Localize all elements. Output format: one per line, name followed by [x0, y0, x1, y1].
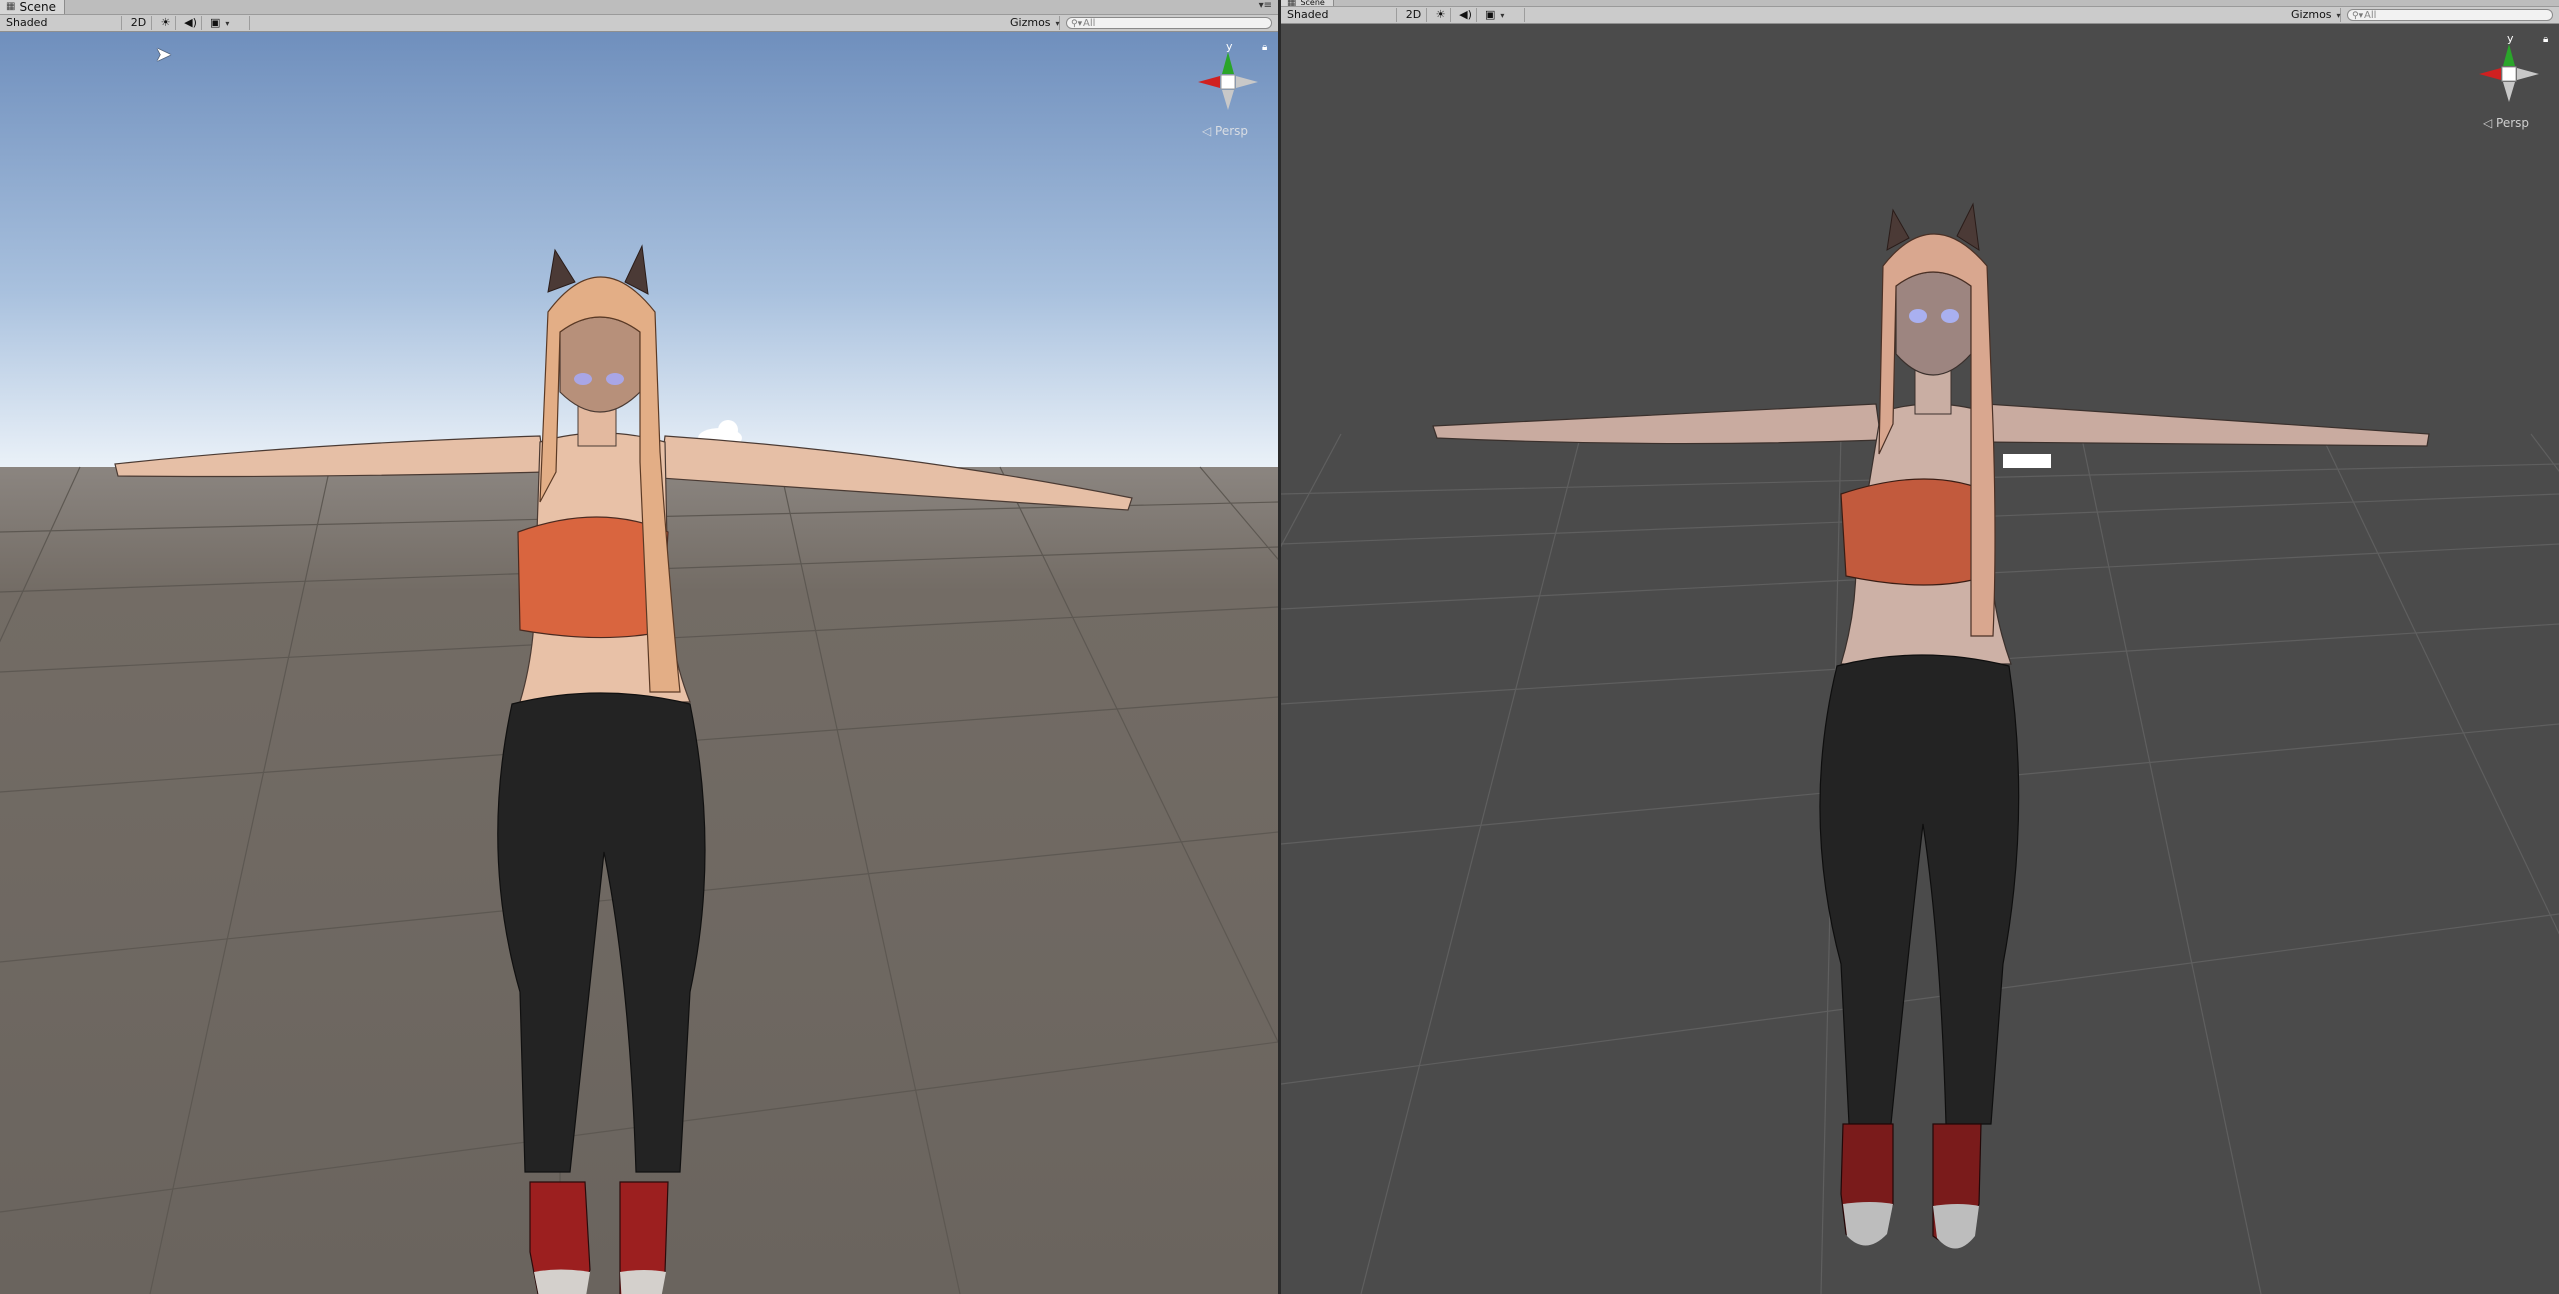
- scene-tab-label: Scene: [19, 0, 57, 14]
- search-icon: ⚲▾: [1071, 19, 1083, 29]
- scene-render-right: y 🔒︎: [1281, 24, 2559, 1294]
- search-icon: ⚲▾: [2352, 11, 2364, 21]
- lock-icon[interactable]: 🔒︎: [2543, 34, 2548, 45]
- scene-search-input[interactable]: ⚲▾ All: [2347, 9, 2553, 21]
- face: [1895, 271, 1972, 376]
- perspective-label[interactable]: ◁ Persp: [2483, 116, 2529, 130]
- gizmos-dropdown[interactable]: Gizmos: [2287, 8, 2341, 22]
- gizmo-y-label: y: [1226, 40, 1233, 53]
- audio-toggle-icon[interactable]: ◀): [1455, 8, 1477, 22]
- effects-dropdown-icon[interactable]: ▣: [1481, 8, 1525, 22]
- face: [559, 316, 641, 413]
- scene-tab-bar: ▦ Scene: [1281, 0, 2559, 7]
- scene-search-input[interactable]: ⚲▾ All: [1066, 17, 1272, 29]
- scene-viewport-right[interactable]: y 🔒︎ ◁ Persp: [1281, 24, 2559, 1294]
- scene-view-left[interactable]: ▦ Scene ▾≡ Shaded Wireframe 2D ☀ ◀) ▣ Gi…: [0, 0, 1278, 1294]
- draw-mode-dropdown[interactable]: Shaded Wireframe: [2, 16, 122, 43]
- 2d-toggle-button[interactable]: 2D: [1401, 8, 1427, 22]
- lock-icon[interactable]: 🔒︎: [1262, 42, 1267, 53]
- audio-toggle-icon[interactable]: ◀): [180, 16, 202, 30]
- scene-icon: ▦: [1287, 0, 1297, 6]
- scene-icon: ▦: [6, 1, 16, 12]
- scene-toolbar: Shaded Wireframe 2D ☀ ◀) ▣ Gizmos ⚲▾ All: [0, 15, 1278, 43]
- gizmos-dropdown[interactable]: Gizmos: [1006, 16, 1060, 30]
- sky-background: [0, 32, 1278, 467]
- lighting-toggle-icon[interactable]: ☀: [156, 16, 176, 30]
- effects-dropdown-icon[interactable]: ▣: [206, 16, 250, 30]
- perspective-label[interactable]: ◁ Persp: [1202, 124, 1248, 138]
- scene-toolbar: Shaded Wireframe 2D ☀ ◀) ▣ Gizmos ⚲▾ All: [1281, 7, 2559, 35]
- scene-render-left: y 🔒︎: [0, 32, 1278, 1294]
- sports-top: [1840, 478, 1994, 586]
- scene-tab-bar: ▦ Scene ▾≡: [0, 0, 1278, 15]
- scene-tab-label: Scene: [1300, 0, 1325, 6]
- 2d-toggle-button[interactable]: 2D: [126, 16, 152, 30]
- light-probe-icon: [2003, 454, 2051, 468]
- tab-menu-icon[interactable]: ▾≡: [1259, 0, 1272, 12]
- lighting-toggle-icon[interactable]: ☀: [1431, 8, 1451, 22]
- draw-mode-dropdown[interactable]: Shaded Wireframe: [1283, 8, 1397, 35]
- search-placeholder: All: [1083, 18, 1096, 29]
- scene-tab[interactable]: ▦ Scene: [0, 0, 66, 14]
- gizmo-y-label: y: [2507, 32, 2514, 45]
- mouse-cursor-icon: ➤: [155, 42, 172, 66]
- scene-viewport-left[interactable]: y 🔒︎ ◁ Persp: [0, 32, 1278, 1294]
- scene-view-right[interactable]: ▦ Scene Shaded Wireframe 2D ☀ ◀) ▣ Gizmo…: [1281, 0, 2559, 1294]
- search-placeholder: All: [2364, 10, 2377, 21]
- scene-tab[interactable]: ▦ Scene: [1281, 0, 1334, 6]
